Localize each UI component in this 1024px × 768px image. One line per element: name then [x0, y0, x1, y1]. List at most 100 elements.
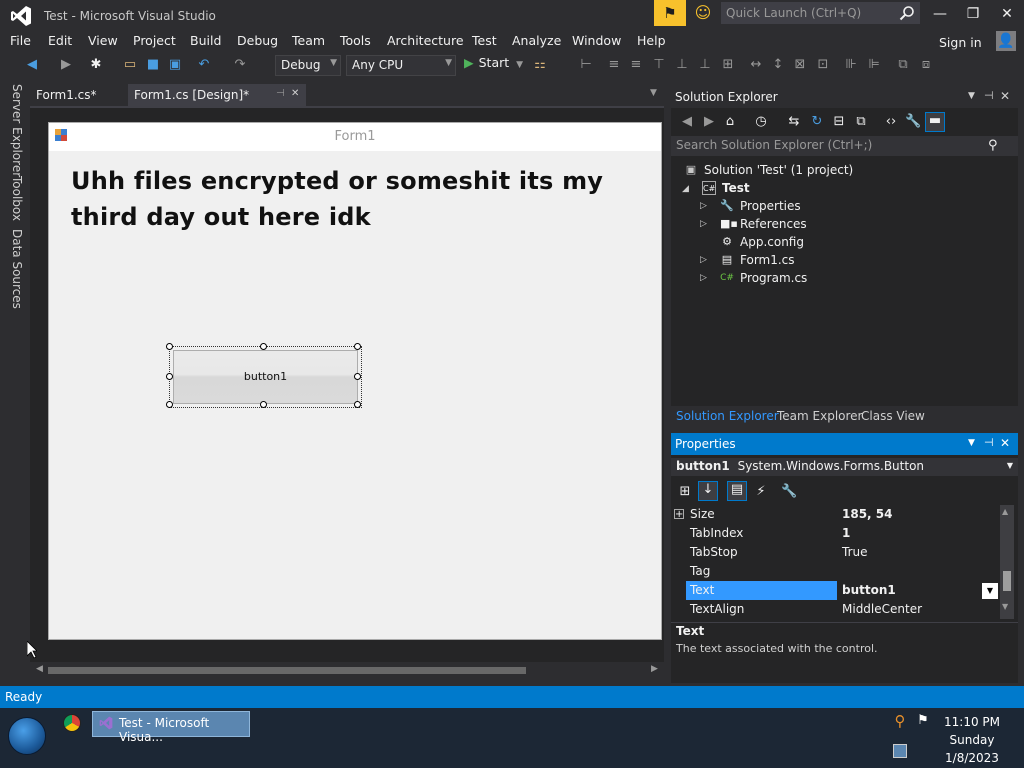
server-explorer-tab[interactable]: Server Explorer	[10, 84, 24, 177]
pin-icon[interactable]: ⊣	[276, 88, 285, 99]
menu-analyze[interactable]: Analyze	[512, 33, 561, 48]
toolbox-tab[interactable]: Toolbox	[10, 176, 24, 221]
tab-class-view[interactable]: Class View	[861, 409, 925, 423]
search-icon[interactable]	[899, 5, 915, 21]
collapsed-arrow-icon[interactable]: ▷	[700, 219, 707, 229]
view-code-icon[interactable]: ‹›	[883, 114, 899, 130]
collapse-all-icon[interactable]: ⊟	[831, 114, 847, 130]
restore-button[interactable]: ❐	[962, 4, 984, 24]
chevron-down-icon[interactable]: ▼	[968, 91, 975, 101]
tree-properties[interactable]: Properties	[740, 199, 801, 213]
preview-selected-items-icon[interactable]: ▬	[925, 112, 945, 132]
center-vertically-icon[interactable]: ⊫	[866, 57, 882, 73]
account-icon[interactable]: 👤	[996, 31, 1016, 51]
start-debugging-button[interactable]: ▶ Start ▼	[464, 55, 523, 70]
search-icon[interactable]: ⚲	[988, 138, 998, 153]
scroll-right-icon[interactable]: ▶	[651, 664, 658, 674]
solution-search-input[interactable]: Search Solution Explorer (Ctrl+;)	[671, 136, 1018, 156]
undo-icon[interactable]: ↶	[196, 57, 212, 73]
navigate-forward-icon[interactable]: ▶	[58, 57, 74, 73]
menu-architecture[interactable]: Architecture	[387, 33, 464, 48]
property-row[interactable]: Tag	[671, 562, 999, 581]
expanded-arrow-icon[interactable]: ◢	[682, 184, 689, 194]
feedback-smiley-icon[interactable]: ☺	[694, 4, 712, 22]
menu-view[interactable]: View	[88, 33, 118, 48]
align-middles-icon[interactable]: ⊥	[674, 57, 690, 73]
scroll-up-icon[interactable]: ▲	[1002, 507, 1008, 516]
property-row-selected[interactable]: Text button1 ▼	[671, 581, 999, 600]
tab-solution-explorer[interactable]: Solution Explorer	[676, 409, 779, 423]
scroll-left-icon[interactable]: ◀	[36, 664, 43, 674]
show-all-files-icon[interactable]: ⧉	[853, 114, 869, 130]
menu-team[interactable]: Team	[292, 33, 325, 48]
scrollbar-thumb[interactable]	[1003, 571, 1011, 591]
forward-icon[interactable]: ▶	[701, 114, 717, 130]
resize-handle[interactable]	[166, 401, 173, 408]
configuration-select[interactable]: Debug ▼	[275, 55, 341, 76]
pending-changes-filter-icon[interactable]: ◷	[753, 114, 769, 130]
align-centers-icon[interactable]: ≡	[606, 57, 622, 73]
find-in-files-icon[interactable]: ⚏	[532, 57, 548, 73]
menu-file[interactable]: File	[10, 33, 31, 48]
save-all-icon[interactable]: ▣	[167, 57, 183, 73]
button1[interactable]: button1	[173, 350, 358, 404]
center-horizontally-icon[interactable]: ⊪	[843, 57, 859, 73]
resize-handle[interactable]	[354, 401, 361, 408]
tree-references[interactable]: References	[740, 217, 807, 231]
tab-form1-code[interactable]: Form1.cs*	[30, 84, 103, 106]
sign-in-link[interactable]: Sign in	[939, 35, 982, 50]
property-row[interactable]: TabIndex 1	[671, 524, 999, 543]
new-project-icon[interactable]: ✱	[88, 57, 104, 73]
close-button[interactable]: ✕	[996, 4, 1018, 24]
scroll-down-icon[interactable]: ▼	[1002, 602, 1008, 611]
tree-program-cs[interactable]: Program.cs	[740, 271, 807, 285]
properties-scrollbar[interactable]: ▲ ▼	[1000, 505, 1014, 619]
expand-icon[interactable]: +	[674, 509, 684, 520]
make-same-height-icon[interactable]: ↕	[770, 57, 786, 73]
align-lefts-icon[interactable]: ⊢	[578, 57, 594, 73]
scrollbar-thumb[interactable]	[48, 667, 526, 674]
property-row[interactable]: TextAlign MiddleCenter	[671, 600, 999, 619]
events-lightning-icon[interactable]: ⚡	[753, 484, 769, 500]
send-to-back-icon[interactable]: ⧈	[918, 57, 934, 73]
pin-icon[interactable]: ⊣	[984, 89, 994, 102]
align-rights-icon[interactable]: ≡	[628, 57, 644, 73]
align-tops-icon[interactable]: ⊤	[651, 57, 667, 73]
label1-text[interactable]: Uhh files encrypted or someshit its my t…	[71, 163, 631, 235]
home-icon[interactable]: ⌂	[722, 114, 738, 130]
minimize-button[interactable]: —	[929, 4, 951, 24]
quick-launch-input[interactable]: Quick Launch (Ctrl+Q)	[721, 2, 920, 24]
dropdown-chevron-icon[interactable]: ▼	[982, 583, 998, 599]
tab-form1-designer[interactable]: Form1.cs [Design]* ⊣ ✕	[128, 84, 306, 106]
tree-solution[interactable]: Solution 'Test' (1 project)	[704, 163, 853, 177]
collapsed-arrow-icon[interactable]: ▷	[700, 273, 707, 283]
open-file-icon[interactable]: ▭	[122, 57, 138, 73]
property-value[interactable]: button1	[842, 583, 896, 597]
property-row[interactable]: + Size 185, 54	[671, 505, 999, 524]
alphabetical-icon[interactable]: ↓	[698, 481, 718, 501]
form1-window[interactable]: Form1 Uhh files encrypted or someshit it…	[48, 122, 662, 640]
refresh-icon[interactable]: ↻	[809, 114, 825, 130]
close-icon[interactable]: ✕	[1000, 89, 1010, 103]
menu-window[interactable]: Window	[572, 33, 621, 48]
properties-wrench-icon[interactable]: 🔧	[905, 114, 921, 130]
object-selector[interactable]: button1 System.Windows.Forms.Button ▼	[671, 458, 1018, 476]
properties-view-icon[interactable]: ▤	[727, 481, 747, 501]
menu-tools[interactable]: Tools	[340, 33, 371, 48]
menu-project[interactable]: Project	[133, 33, 176, 48]
resize-handle[interactable]	[354, 373, 361, 380]
taskbar-visual-studio-button[interactable]: Test - Microsoft Visua...	[92, 711, 250, 744]
network-icon[interactable]	[893, 744, 907, 758]
save-icon[interactable]: ■	[145, 57, 161, 73]
menu-debug[interactable]: Debug	[237, 33, 278, 48]
tree-form1-cs[interactable]: Form1.cs	[740, 253, 795, 267]
resize-handle[interactable]	[260, 343, 267, 350]
property-row[interactable]: TabStop True	[671, 543, 999, 562]
resize-handle[interactable]	[354, 343, 361, 350]
tray-search-icon[interactable]: ⚲	[892, 713, 908, 729]
platform-select[interactable]: Any CPU ▼	[346, 55, 456, 76]
tree-project-test[interactable]: Test	[722, 181, 750, 195]
bring-to-front-icon[interactable]: ⧉	[895, 57, 911, 73]
property-pages-wrench-icon[interactable]: 🔧	[781, 484, 797, 500]
close-icon[interactable]: ✕	[291, 88, 299, 99]
